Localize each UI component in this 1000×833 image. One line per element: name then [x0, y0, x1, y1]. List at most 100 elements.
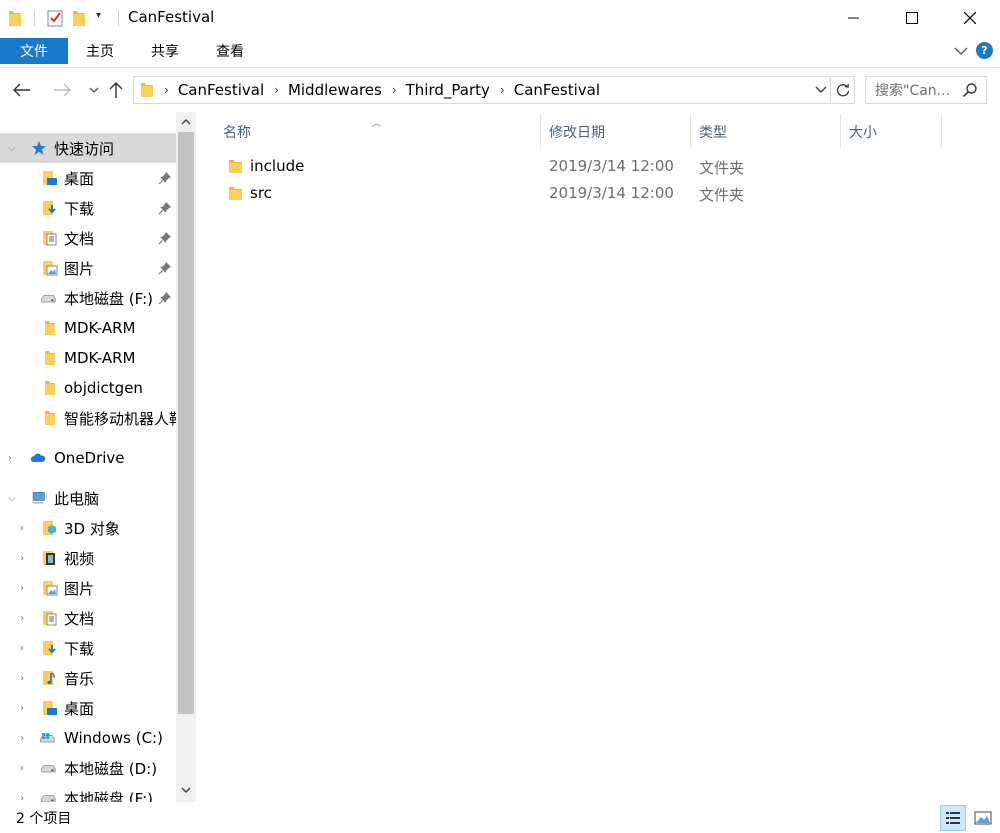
nav-item-downloads[interactable]: › 下载 — [0, 633, 176, 663]
nav-item-folder[interactable]: MDK-ARM — [0, 313, 176, 343]
chevron-right-icon[interactable]: › — [20, 733, 30, 744]
nav-onedrive[interactable]: › OneDrive — [0, 443, 176, 473]
help-icon[interactable]: ? — [976, 42, 993, 59]
search-input[interactable]: 搜索"Can... — [875, 80, 961, 100]
nav-item-videos[interactable]: › 视频 — [0, 543, 176, 573]
chevron-right-icon[interactable]: › — [20, 793, 30, 803]
computer-icon — [30, 490, 46, 506]
column-divider[interactable] — [840, 114, 841, 148]
nav-item-drive-f[interactable]: › 本地磁盘 (F:) — [0, 783, 176, 802]
nav-quick-access[interactable]: ⌵ 快速访问 — [0, 133, 176, 163]
minimize-button[interactable] — [825, 0, 883, 36]
quick-access-folder-icon[interactable] — [8, 8, 22, 28]
chevron-down-icon[interactable]: ⌵ — [8, 143, 18, 154]
details-view-button[interactable] — [940, 805, 966, 831]
scrollbar-thumb[interactable] — [178, 132, 194, 714]
tab-home[interactable]: 主页 — [86, 38, 114, 64]
expand-ribbon-icon[interactable] — [952, 42, 970, 60]
nav-item-folder[interactable]: 智能移动机器人鞘 — [0, 403, 176, 433]
close-button[interactable] — [941, 0, 999, 36]
nav-label: objdictgen — [64, 379, 143, 397]
column-divider[interactable] — [941, 114, 942, 148]
drive-icon — [40, 790, 56, 802]
tab-share[interactable]: 共享 — [151, 38, 179, 64]
search-box[interactable]: 搜索"Can... — [865, 76, 987, 104]
chevron-right-icon[interactable]: › — [20, 613, 30, 624]
nav-label: 本地磁盘 (D:) — [64, 759, 158, 778]
chevron-right-icon[interactable]: › — [20, 763, 30, 774]
pin-icon[interactable] — [158, 201, 172, 215]
pictures-icon — [42, 260, 58, 276]
file-row[interactable]: include 2019/3/14 12:00 文件夹 — [216, 154, 976, 180]
chevron-right-icon[interactable]: › — [20, 673, 30, 684]
address-bar[interactable]: › CanFestival › Middlewares › Third_Part… — [133, 76, 855, 104]
new-folder-icon[interactable] — [72, 8, 86, 28]
chevron-right-icon[interactable]: › — [392, 83, 397, 97]
breadcrumb-item[interactable]: Third_Party — [406, 81, 490, 99]
chevron-right-icon[interactable]: › — [500, 83, 505, 97]
nav-item-3d-objects[interactable]: › 3D 对象 — [0, 513, 176, 543]
nav-label: 图片 — [64, 259, 95, 278]
large-icons-view-button[interactable] — [970, 805, 996, 831]
maximize-button[interactable] — [883, 0, 941, 36]
file-date: 2019/3/14 12:00 — [549, 157, 674, 175]
chevron-right-icon[interactable]: › — [8, 453, 18, 464]
search-icon[interactable] — [962, 82, 978, 98]
maximize-icon — [906, 12, 918, 24]
column-header-date[interactable]: 修改日期 — [549, 118, 689, 146]
chevron-right-icon[interactable]: › — [274, 83, 279, 97]
chevron-right-icon[interactable]: › — [20, 583, 30, 594]
nav-label: OneDrive — [54, 449, 125, 467]
pin-icon[interactable] — [158, 171, 172, 185]
scroll-down-icon[interactable] — [180, 784, 192, 796]
back-arrow-icon[interactable] — [10, 78, 34, 102]
chevron-right-icon[interactable]: › — [164, 83, 169, 97]
forward-arrow-icon[interactable] — [50, 78, 74, 102]
pin-icon[interactable] — [158, 231, 172, 245]
cloud-icon — [30, 450, 46, 466]
refresh-button[interactable] — [830, 77, 854, 103]
nav-this-pc[interactable]: ⌵ 此电脑 — [0, 483, 176, 513]
chevron-right-icon[interactable]: › — [20, 553, 30, 564]
nav-item-documents[interactable]: 文档 — [0, 223, 176, 253]
address-dropdown-icon[interactable] — [814, 83, 828, 97]
nav-item-drive-f[interactable]: 本地磁盘 (F:) — [0, 283, 176, 313]
nav-item-pictures[interactable]: › 图片 — [0, 573, 176, 603]
column-divider[interactable] — [540, 114, 541, 148]
nav-item-pictures[interactable]: 图片 — [0, 253, 176, 283]
file-row[interactable]: src 2019/3/14 12:00 文件夹 — [216, 181, 976, 207]
column-header-name[interactable]: 名称 ︿ — [223, 118, 539, 146]
nav-label: 本地磁盘 (F:) — [64, 289, 153, 308]
tab-file[interactable]: 文件 — [0, 38, 68, 64]
pin-icon[interactable] — [158, 261, 172, 275]
nav-item-folder[interactable]: MDK-ARM — [0, 343, 176, 373]
chevron-right-icon[interactable]: › — [20, 523, 30, 534]
nav-item-desktop[interactable]: › 桌面 — [0, 693, 176, 723]
nav-item-music[interactable]: › 音乐 — [0, 663, 176, 693]
breadcrumb-item[interactable]: CanFestival — [178, 81, 264, 99]
pin-icon[interactable] — [158, 291, 172, 305]
nav-item-desktop[interactable]: 桌面 — [0, 163, 176, 193]
folder-icon — [228, 186, 243, 201]
nav-item-drive-d[interactable]: › 本地磁盘 (D:) — [0, 753, 176, 783]
scroll-up-icon[interactable] — [180, 116, 192, 128]
recent-locations-icon[interactable] — [82, 78, 106, 102]
chevron-down-icon[interactable]: ⌵ — [8, 493, 18, 504]
customize-toolbar-icon[interactable]: ▾ — [96, 10, 101, 30]
nav-scrollbar[interactable] — [176, 112, 196, 802]
up-arrow-icon[interactable] — [104, 78, 128, 102]
properties-icon[interactable] — [46, 8, 64, 28]
breadcrumb-item[interactable]: Middlewares — [288, 81, 382, 99]
nav-label: 音乐 — [64, 669, 95, 688]
column-header-size[interactable]: 大小 — [849, 118, 939, 146]
breadcrumb-item[interactable]: CanFestival — [514, 81, 600, 99]
nav-item-documents[interactable]: › 文档 — [0, 603, 176, 633]
tab-view[interactable]: 查看 — [216, 38, 244, 64]
chevron-right-icon[interactable]: › — [20, 703, 30, 714]
column-header-type[interactable]: 类型 — [699, 118, 839, 146]
nav-item-folder[interactable]: objdictgen — [0, 373, 176, 403]
nav-item-downloads[interactable]: 下载 — [0, 193, 176, 223]
nav-item-drive-c[interactable]: › Windows (C:) — [0, 723, 176, 753]
chevron-right-icon[interactable]: › — [20, 643, 30, 654]
column-divider[interactable] — [690, 114, 691, 148]
